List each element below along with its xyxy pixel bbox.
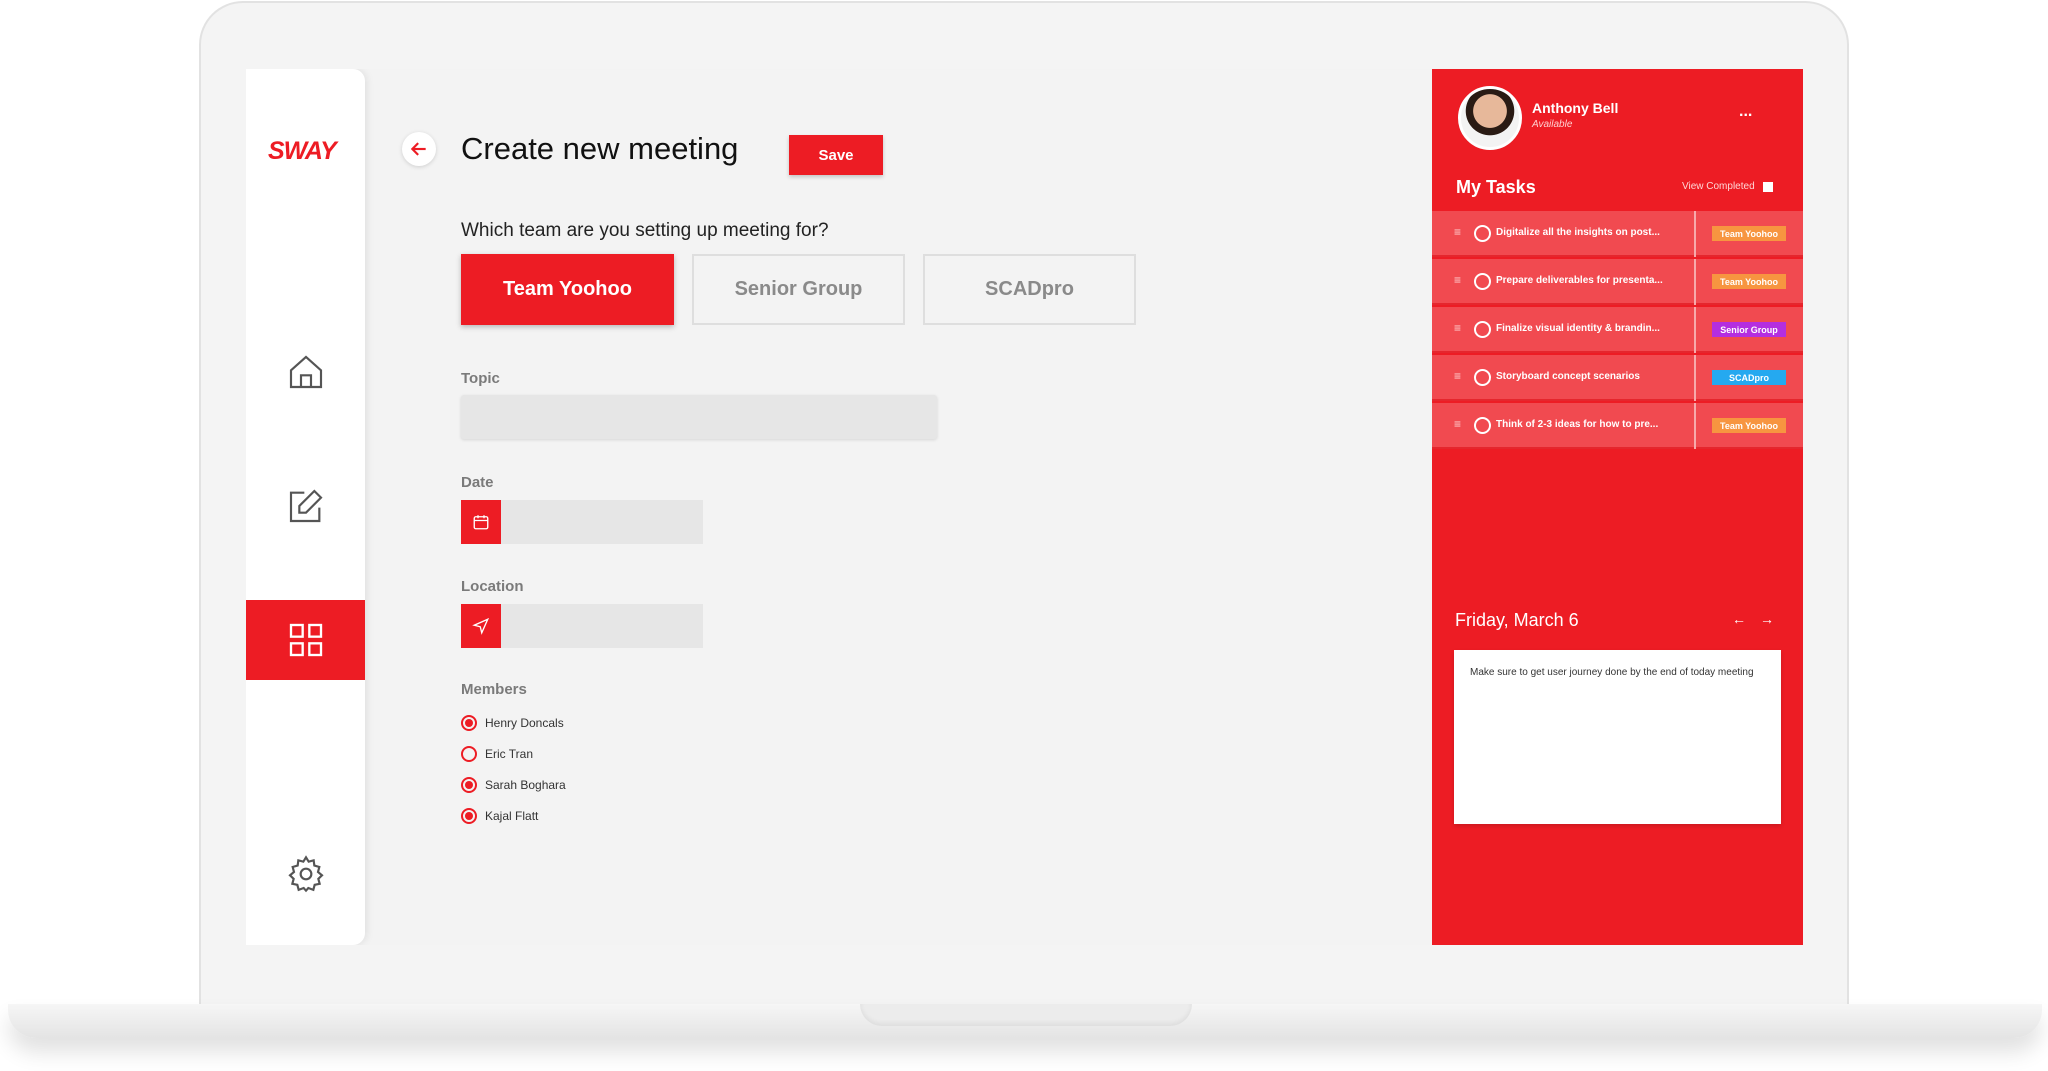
task-row[interactable]: ≡ Digitalize all the insights on post...… [1432,211,1803,257]
member-radio[interactable] [461,808,477,824]
team-option-scadpro[interactable]: SCADpro [923,254,1136,325]
task-row[interactable]: ≡ Finalize visual identity & brandin... … [1432,307,1803,353]
member-name: Kajal Flatt [485,809,539,823]
calendar-date: Friday, March 6 [1455,610,1579,630]
arrow-right-icon[interactable]: → [1760,611,1788,627]
member-sarah-boghara[interactable]: Sarah Boghara [461,776,566,794]
task-tag: SCADpro [1712,370,1786,385]
note-textarea[interactable]: Make sure to get user journey done by th… [1454,650,1781,824]
sidebar: SWAY [246,69,365,945]
task-text: Storyboard concept scenarios [1496,371,1640,382]
drag-handle-icon[interactable]: ≡ [1454,417,1461,431]
member-name: Eric Tran [485,747,534,761]
nav-edit[interactable] [246,466,365,546]
nav-settings[interactable] [246,834,365,914]
task-tag: Team Yoohoo [1712,274,1786,289]
drag-handle-icon[interactable]: ≡ [1454,321,1461,335]
team-question: Which team are you setting up meeting fo… [461,220,829,241]
arrow-left-icon [410,142,426,156]
calendar-icon [473,515,489,530]
date-input[interactable] [461,500,703,544]
user-name: Anthony Bell [1532,100,1619,116]
task-text: Finalize visual identity & brandin... [1496,323,1660,334]
task-checkbox[interactable] [1474,417,1491,434]
nav-dashboard[interactable] [246,600,365,680]
drag-handle-icon[interactable]: ≡ [1454,225,1461,239]
topic-input[interactable] [461,395,937,439]
view-completed-label: View Completed [1682,181,1755,192]
task-tag: Senior Group [1712,322,1786,337]
team-option-senior-group[interactable]: Senior Group [692,254,905,325]
divider [1694,355,1696,401]
divider [1694,211,1696,257]
page-title: Create new meeting [461,131,739,166]
topic-label: Topic [461,370,500,387]
right-panel: Anthony Bell Available ... My Tasks View… [1432,69,1803,945]
more-options-button[interactable]: ... [1739,103,1752,121]
member-eric-tran[interactable]: Eric Tran [461,745,533,763]
task-checkbox[interactable] [1474,369,1491,386]
member-radio[interactable] [461,777,477,793]
task-row[interactable]: ≡ Prepare deliverables for presenta... T… [1432,259,1803,305]
save-button[interactable]: Save [789,135,883,175]
divider [1694,307,1696,353]
member-radio[interactable] [461,715,477,731]
app-screen: SWAY Create new meeting Save Which team … [246,69,1803,945]
back-button[interactable] [402,132,436,166]
date-navigation: ←→ [1732,611,1788,627]
grid-icon [289,623,322,657]
member-name: Sarah Boghara [485,778,566,792]
navigation-icon [472,617,490,635]
team-option-team-yoohoo[interactable]: Team Yoohoo [461,254,674,325]
laptop-notch [860,1004,1192,1026]
edit-icon [289,489,323,523]
task-tag: Team Yoohoo [1712,418,1786,433]
gear-icon [287,855,324,893]
view-completed-checkbox[interactable] [1762,181,1773,192]
home-icon [289,355,322,389]
my-tasks-title: My Tasks [1456,177,1536,197]
divider [1694,403,1696,449]
user-status: Available [1532,119,1573,130]
task-checkbox[interactable] [1474,321,1491,338]
task-row[interactable]: ≡ Storyboard concept scenarios SCADpro [1432,355,1803,401]
member-name: Henry Doncals [485,716,564,730]
user-avatar[interactable] [1458,86,1522,150]
view-completed-toggle[interactable]: View Completed [1682,181,1773,192]
member-radio[interactable] [461,746,477,762]
task-checkbox[interactable] [1474,225,1491,242]
task-checkbox[interactable] [1474,273,1491,290]
members-label: Members [461,681,527,698]
sway-logo: SWAY [268,137,337,165]
date-picker-button[interactable] [461,500,501,544]
task-row[interactable]: ≡ Think of 2-3 ideas for how to pre... T… [1432,403,1803,449]
arrow-left-icon[interactable]: ← [1732,611,1760,627]
drag-handle-icon[interactable]: ≡ [1454,369,1461,383]
divider [1694,259,1696,305]
nav-home[interactable] [246,332,365,412]
task-text: Think of 2-3 ideas for how to pre... [1496,419,1659,430]
location-button[interactable] [461,604,501,648]
date-label: Date [461,474,494,491]
member-kajal-flatt[interactable]: Kajal Flatt [461,807,538,825]
task-text: Digitalize all the insights on post... [1496,227,1660,238]
task-tag: Team Yoohoo [1712,226,1786,241]
location-label: Location [461,578,524,595]
drag-handle-icon[interactable]: ≡ [1454,273,1461,287]
member-henry-doncals[interactable]: Henry Doncals [461,714,564,732]
task-text: Prepare deliverables for presenta... [1496,275,1663,286]
location-input[interactable] [461,604,703,648]
